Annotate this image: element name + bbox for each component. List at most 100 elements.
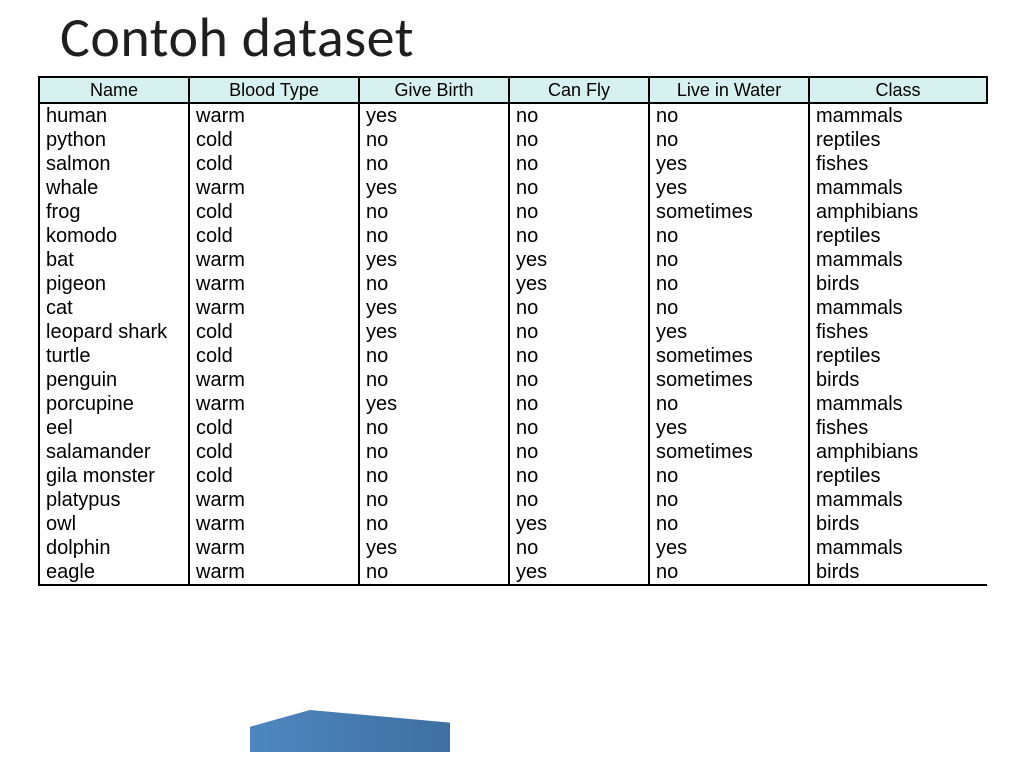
cell: warm xyxy=(189,512,359,536)
table-body: humanwarmyesnonomammalspythoncoldnononor… xyxy=(39,103,987,585)
cell: no xyxy=(509,368,649,392)
slide-title: Contoh dataset xyxy=(60,4,414,72)
table-row: salmoncoldnonoyesfishes xyxy=(39,152,987,176)
table-row: turtlecoldnonosometimesreptiles xyxy=(39,344,987,368)
cell: no xyxy=(649,103,809,128)
dataset-table: Name Blood Type Give Birth Can Fly Live … xyxy=(38,76,988,586)
cell: fishes xyxy=(809,416,987,440)
cell: penguin xyxy=(39,368,189,392)
cell: yes xyxy=(649,320,809,344)
col-header-name: Name xyxy=(39,77,189,103)
cell: mammals xyxy=(809,296,987,320)
cell: no xyxy=(509,224,649,248)
cell: no xyxy=(649,296,809,320)
cell: warm xyxy=(189,536,359,560)
col-header-live-in-water: Live in Water xyxy=(649,77,809,103)
cell: reptiles xyxy=(809,224,987,248)
table-row: whalewarmyesnoyesmammals xyxy=(39,176,987,200)
cell: no xyxy=(509,464,649,488)
cell: yes xyxy=(359,320,509,344)
table-row: catwarmyesnonomammals xyxy=(39,296,987,320)
cell: yes xyxy=(509,512,649,536)
cell: no xyxy=(509,488,649,512)
cell: mammals xyxy=(809,392,987,416)
cell: cold xyxy=(189,416,359,440)
cell: yes xyxy=(359,536,509,560)
cell: warm xyxy=(189,103,359,128)
cell: cold xyxy=(189,152,359,176)
cell: amphibians xyxy=(809,440,987,464)
cell: no xyxy=(509,536,649,560)
cell: warm xyxy=(189,176,359,200)
cell: no xyxy=(359,344,509,368)
cell: salmon xyxy=(39,152,189,176)
cell: no xyxy=(649,272,809,296)
table-row: owlwarmnoyesnobirds xyxy=(39,512,987,536)
cell: sometimes xyxy=(649,200,809,224)
cell: no xyxy=(359,224,509,248)
table-row: frogcoldnonosometimesamphibians xyxy=(39,200,987,224)
table-row: batwarmyesyesnomammals xyxy=(39,248,987,272)
cell: warm xyxy=(189,272,359,296)
cell: cold xyxy=(189,128,359,152)
cell: yes xyxy=(649,536,809,560)
cell: cold xyxy=(189,344,359,368)
cell: no xyxy=(359,368,509,392)
table-row: leopard sharkcoldyesnoyesfishes xyxy=(39,320,987,344)
table-row: pigeonwarmnoyesnobirds xyxy=(39,272,987,296)
cell: no xyxy=(649,464,809,488)
cell: whale xyxy=(39,176,189,200)
table-header-row: Name Blood Type Give Birth Can Fly Live … xyxy=(39,77,987,103)
table-row: eaglewarmnoyesnobirds xyxy=(39,560,987,585)
cell: no xyxy=(509,344,649,368)
cell: owl xyxy=(39,512,189,536)
cell: warm xyxy=(189,392,359,416)
cell: amphibians xyxy=(809,200,987,224)
cell: cold xyxy=(189,464,359,488)
cell: mammals xyxy=(809,176,987,200)
cell: no xyxy=(649,488,809,512)
cell: yes xyxy=(509,272,649,296)
cell: no xyxy=(509,440,649,464)
cell: reptiles xyxy=(809,128,987,152)
cell: birds xyxy=(809,272,987,296)
cell: leopard shark xyxy=(39,320,189,344)
cell: cat xyxy=(39,296,189,320)
cell: no xyxy=(509,176,649,200)
cell: sometimes xyxy=(649,440,809,464)
cell: yes xyxy=(649,416,809,440)
slide: Contoh dataset Name Blood Type Give Birt… xyxy=(0,0,1024,768)
cell: no xyxy=(359,440,509,464)
col-header-blood-type: Blood Type xyxy=(189,77,359,103)
cell: fishes xyxy=(809,320,987,344)
table-row: salamandercoldnonosometimesamphibians xyxy=(39,440,987,464)
cell: mammals xyxy=(809,536,987,560)
cell: python xyxy=(39,128,189,152)
decorative-wedge xyxy=(250,710,450,752)
cell: dolphin xyxy=(39,536,189,560)
cell: yes xyxy=(649,152,809,176)
cell: no xyxy=(509,416,649,440)
cell: yes xyxy=(359,176,509,200)
cell: frog xyxy=(39,200,189,224)
table-row: humanwarmyesnonomammals xyxy=(39,103,987,128)
cell: no xyxy=(359,560,509,585)
cell: no xyxy=(649,512,809,536)
cell: turtle xyxy=(39,344,189,368)
cell: no xyxy=(509,200,649,224)
cell: salamander xyxy=(39,440,189,464)
cell: birds xyxy=(809,512,987,536)
cell: no xyxy=(359,512,509,536)
table-row: penguinwarmnonosometimesbirds xyxy=(39,368,987,392)
cell: komodo xyxy=(39,224,189,248)
cell: no xyxy=(359,488,509,512)
table-row: komodocoldnononoreptiles xyxy=(39,224,987,248)
cell: gila monster xyxy=(39,464,189,488)
cell: reptiles xyxy=(809,464,987,488)
cell: cold xyxy=(189,200,359,224)
table-row: gila monstercoldnononoreptiles xyxy=(39,464,987,488)
cell: bat xyxy=(39,248,189,272)
cell: warm xyxy=(189,488,359,512)
cell: no xyxy=(649,560,809,585)
cell: no xyxy=(359,200,509,224)
